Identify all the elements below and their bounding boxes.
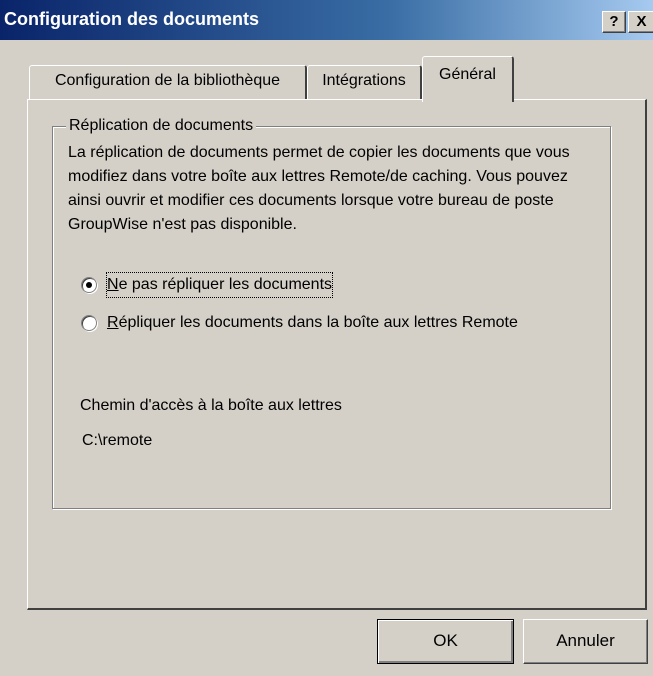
- radio-no-replicate[interactable]: Ne pas répliquer les documents: [81, 272, 334, 298]
- radio-replicate-remote-label[interactable]: Répliquer les documents dans la boîte au…: [107, 311, 518, 335]
- replication-group-label: Réplication de documents: [66, 117, 257, 135]
- mnemonic-n: N: [107, 276, 119, 293]
- mnemonic-r: R: [107, 314, 119, 331]
- radio-no-replicate-label[interactable]: Ne pas répliquer les documents: [105, 272, 334, 298]
- tab-integrations[interactable]: Intégrations: [307, 65, 422, 100]
- radio-unchecked-icon[interactable]: [81, 315, 97, 331]
- replication-description: La réplication de documents permet de co…: [68, 144, 570, 233]
- cancel-button[interactable]: Annuler: [523, 619, 648, 664]
- tab-general[interactable]: Général: [422, 56, 514, 102]
- mailbox-path-value: C:\remote: [82, 432, 153, 449]
- window-title: Configuration des documents: [4, 9, 260, 29]
- close-icon[interactable]: X: [628, 11, 653, 33]
- title-bar[interactable]: Configuration des documents ? X: [0, 0, 653, 40]
- radio-label-text: épliquer les documents dans la boîte aux…: [118, 314, 518, 331]
- radio-label-text: e pas répliquer les documents: [118, 276, 333, 293]
- radio-replicate-remote[interactable]: Répliquer les documents dans la boîte au…: [81, 311, 518, 335]
- ok-button[interactable]: OK: [377, 619, 514, 664]
- help-icon[interactable]: ?: [602, 11, 626, 33]
- tab-library-configuration[interactable]: Configuration de la bibliothèque: [29, 65, 307, 100]
- mailbox-path-label: Chemin d'accès à la boîte aux lettres: [80, 397, 342, 414]
- radio-checked-icon[interactable]: [81, 277, 97, 293]
